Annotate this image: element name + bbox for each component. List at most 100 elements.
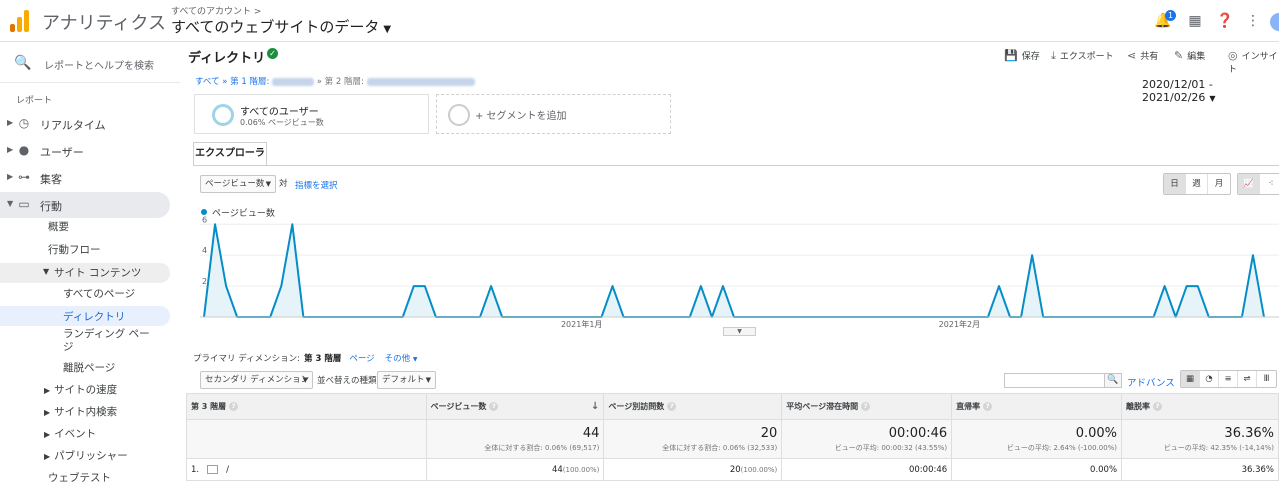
pivot-view-icon[interactable]: Ⅲ bbox=[1257, 371, 1276, 387]
sidebar-item-all-pages[interactable]: すべてのページ bbox=[63, 286, 135, 306]
primary-dim-page-link[interactable]: ページ bbox=[349, 354, 374, 364]
sidebar-item-behavior-flow[interactable]: 行動フロー bbox=[48, 242, 101, 262]
sidebar-item-directory[interactable]: ディレクトリ bbox=[0, 306, 170, 326]
segment-all-users[interactable]: すべてのユーザー 0.06% ページビュー数 bbox=[194, 94, 429, 134]
chevron-down-icon: ▼ bbox=[302, 376, 308, 384]
chevron-right-icon: ▶ bbox=[44, 452, 51, 461]
sidebar-item-overview[interactable]: 概要 bbox=[48, 219, 69, 239]
row-dimension-link[interactable]: / bbox=[226, 465, 229, 475]
row-bounce: 0.00% bbox=[951, 458, 1123, 481]
help-icon[interactable]: ❓ bbox=[1216, 12, 1234, 30]
sidebar-item-events[interactable]: ▶ イベント bbox=[44, 426, 96, 446]
help-icon[interactable]: ? bbox=[667, 402, 677, 411]
advanced-link[interactable]: アドバンス bbox=[1127, 375, 1175, 389]
share-button[interactable]: ⋖ 共有 bbox=[1127, 49, 1158, 62]
sidebar-item-web-test[interactable]: ウェブテスト bbox=[48, 470, 111, 485]
sort-down-icon: ↓ bbox=[591, 401, 600, 412]
pie-view-icon[interactable]: ◔ bbox=[1200, 371, 1219, 387]
help-icon[interactable]: ? bbox=[489, 402, 499, 411]
chart-resize-handle[interactable]: ▼ bbox=[723, 327, 756, 336]
segment-circle-icon bbox=[212, 104, 234, 126]
chevron-right-icon: ▶ bbox=[7, 172, 14, 181]
help-icon[interactable]: ? bbox=[861, 402, 871, 411]
performance-view-icon[interactable]: ≡ bbox=[1219, 371, 1238, 387]
header-label: 第 3 階層 bbox=[191, 402, 227, 411]
help-icon[interactable]: ? bbox=[983, 402, 993, 411]
property-selector[interactable]: すべてのウェブサイトのデータ ▼ bbox=[171, 16, 391, 37]
date-range-text: 2020/12/01 - 2021/02/26 bbox=[1142, 78, 1213, 104]
sidebar-item-label: パブリッシャー bbox=[54, 450, 128, 462]
insights-button[interactable]: ◎ インサイト bbox=[1228, 49, 1279, 75]
secondary-dim-label: セカンダリ ディメンション bbox=[205, 375, 310, 385]
column-header-dimension[interactable]: 第 3 階層? bbox=[186, 393, 427, 420]
tab-explorer[interactable]: エクスプローラ bbox=[193, 142, 267, 166]
table-view-icon[interactable]: ▦ bbox=[1181, 371, 1200, 387]
comparison-view-icon[interactable]: ⇌ bbox=[1238, 371, 1257, 387]
edit-button[interactable]: ✎ 編集 bbox=[1174, 49, 1205, 62]
column-header-pageviews[interactable]: ページビュー数? ↓ bbox=[425, 393, 605, 420]
chevron-down-icon: ▼ bbox=[265, 180, 271, 188]
primary-dim-label: プライマリ ディメンション: bbox=[193, 354, 300, 364]
edit-label: 編集 bbox=[1187, 52, 1206, 62]
column-header-visits[interactable]: ページ別訪問数? bbox=[603, 393, 783, 420]
chevron-down-icon: ▼ bbox=[383, 24, 392, 35]
y-tick-label: 2 bbox=[202, 277, 207, 286]
sidebar-item-realtime[interactable]: ▶ ◷ リアルタイム bbox=[0, 111, 170, 137]
period-day-button[interactable]: 日 bbox=[1164, 174, 1186, 194]
export-button[interactable]: ⤓ エクスポート bbox=[1051, 49, 1114, 63]
sidebar-item-acquisition[interactable]: ▶ ⊶ 集客 bbox=[0, 165, 170, 191]
chevron-down-icon: ▼ bbox=[425, 376, 431, 384]
help-icon[interactable]: ? bbox=[1153, 402, 1163, 411]
column-header-bounce[interactable]: 直帰率? bbox=[951, 393, 1123, 420]
save-button[interactable]: 💾 保存 bbox=[1004, 49, 1040, 62]
search-placeholder: レポートとヘルプを検索 bbox=[44, 61, 154, 72]
row-link-icon[interactable] bbox=[207, 464, 219, 474]
sidebar-item-behavior[interactable]: ▼ ▭ 行動 bbox=[0, 192, 170, 218]
sidebar: 🔍 レポートとヘルプを検索 レポート ▶ ◷ リアルタイム ▶ ● ユーザー ▶… bbox=[0, 43, 180, 485]
notification-badge: 1 bbox=[1165, 10, 1176, 21]
total-sub: ビューの平均: 42.35% (-14,14%) bbox=[1163, 444, 1274, 452]
sidebar-item-exit-pages[interactable]: 離脱ページ bbox=[63, 360, 115, 380]
breadcrumb-level1[interactable]: » 第 1 階層: bbox=[222, 77, 269, 87]
y-tick-label: 4 bbox=[202, 246, 207, 255]
apps-grid-icon[interactable]: ▦ bbox=[1186, 12, 1204, 30]
sidebar-item-users[interactable]: ▶ ● ユーザー bbox=[0, 138, 170, 164]
sidebar-item-site-search[interactable]: ▶ サイト内検索 bbox=[44, 404, 117, 424]
acquisition-icon: ⊶ bbox=[18, 170, 30, 184]
sidebar-item-landing-pages[interactable]: ランディング ページ bbox=[63, 328, 158, 356]
table-search-input[interactable] bbox=[1004, 373, 1106, 388]
clock-icon: ◷ bbox=[18, 116, 30, 130]
add-segment-label: + セグメントを追加 bbox=[475, 111, 567, 122]
report-search[interactable]: 🔍 レポートとヘルプを検索 bbox=[0, 43, 180, 83]
period-week-button[interactable]: 週 bbox=[1186, 174, 1208, 194]
breadcrumb: すべて » 第 1 階層: » 第 2 階層: bbox=[195, 75, 475, 87]
primary-dimension-bar: プライマリ ディメンション: 第 3 階層 ページ その他 ▼ bbox=[193, 352, 428, 364]
sidebar-item-site-speed[interactable]: ▶ サイトの速度 bbox=[44, 382, 117, 402]
period-month-button[interactable]: 月 bbox=[1208, 174, 1230, 194]
analytics-logo-icon[interactable] bbox=[10, 10, 30, 32]
sort-type-select[interactable]: デフォルト ▼ bbox=[377, 371, 436, 389]
total-pageviews: 44 全体に対する割合: 0.06% (69,517) bbox=[425, 419, 605, 459]
help-icon[interactable]: ? bbox=[229, 402, 239, 411]
column-header-exit[interactable]: 離脱率? bbox=[1121, 393, 1279, 420]
chevron-down-icon: ▼ bbox=[7, 199, 14, 208]
line-chart-icon[interactable]: 📈 bbox=[1238, 174, 1260, 194]
avatar[interactable] bbox=[1270, 13, 1279, 31]
search-icon[interactable]: 🔍 bbox=[1104, 373, 1122, 388]
secondary-dimension-select[interactable]: セカンダリ ディメンション ▼ bbox=[200, 371, 313, 389]
app-name: アナリティクス bbox=[42, 13, 167, 34]
sidebar-item-label: ユーザー bbox=[40, 146, 84, 159]
add-segment-button[interactable]: + セグメントを追加 bbox=[436, 94, 671, 134]
sidebar-item-site-content[interactable]: ▼ サイト コンテンツ bbox=[0, 263, 170, 283]
sort-type-value: デフォルト bbox=[382, 375, 425, 385]
breadcrumb-root[interactable]: すべて bbox=[195, 77, 220, 87]
select-metric-link[interactable]: 指標を選択 bbox=[295, 179, 338, 191]
sidebar-item-label: サイト内検索 bbox=[54, 406, 118, 418]
metric-select[interactable]: ページビュー数 ▼ bbox=[200, 175, 276, 193]
more-vert-icon[interactable]: ⋮ bbox=[1244, 12, 1262, 30]
motion-chart-icon[interactable]: ⁖ bbox=[1260, 174, 1279, 194]
sidebar-item-publisher[interactable]: ▶ パブリッシャー bbox=[44, 448, 128, 468]
date-range-selector[interactable]: 2020/12/01 - 2021/02/26 ▼ bbox=[1142, 78, 1279, 104]
column-header-avg-time[interactable]: 平均ページ滞在時間? bbox=[781, 393, 953, 420]
primary-dim-other-link[interactable]: その他 ▼ bbox=[385, 354, 418, 364]
